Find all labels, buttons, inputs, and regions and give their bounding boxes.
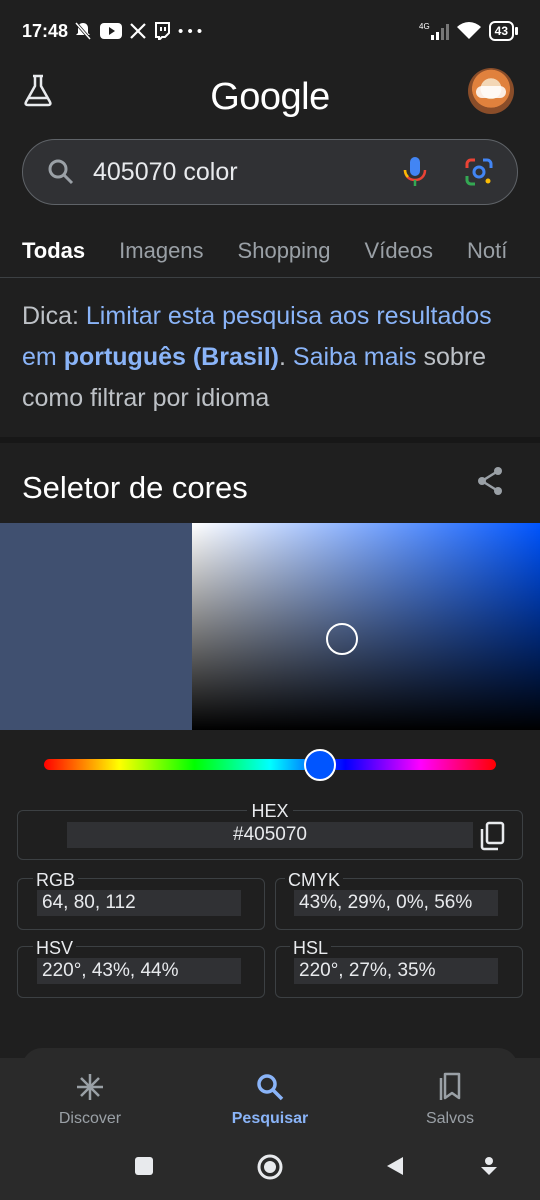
wifi-icon <box>456 22 481 39</box>
mic-icon[interactable] <box>401 155 429 189</box>
tab-imagens[interactable]: Imagens <box>119 230 203 277</box>
saturation-value-cursor[interactable] <box>325 622 358 655</box>
search-box[interactable]: 405070 color <box>22 139 518 205</box>
cmyk-label: CMYK <box>285 870 344 891</box>
tab-todas[interactable]: Todas <box>22 230 85 277</box>
rgb-label: RGB <box>33 870 79 891</box>
hsv-input[interactable]: 220°, 43%, 44% <box>37 958 241 984</box>
system-nav <box>0 1140 540 1200</box>
hsl-label: HSL <box>290 938 332 959</box>
tip-separator: . <box>278 343 293 371</box>
nav-search-label: Pesquisar <box>231 1110 309 1127</box>
app-header: Google <box>0 62 540 132</box>
learn-more-link[interactable]: Saiba mais <box>293 343 417 371</box>
tip-prefix: Dica: <box>22 302 86 330</box>
nav-search[interactable]: Pesquisar <box>180 1058 360 1140</box>
battery-level: 43 <box>488 21 514 41</box>
hex-input[interactable]: #405070 <box>67 822 473 848</box>
home-circle-icon[interactable] <box>256 1153 284 1181</box>
x-icon <box>130 23 146 39</box>
language-name: português (Brasil) <box>63 343 279 371</box>
search-icon <box>257 1074 284 1101</box>
hsl-input[interactable]: 220°, 27%, 35% <box>294 958 498 984</box>
status-bar: 17:48 • • • 4G 43 <box>0 0 540 62</box>
google-logo: Google <box>210 76 330 118</box>
more-dots: • • • <box>178 22 203 40</box>
tab-shopping[interactable]: Shopping <box>238 230 331 277</box>
back-triangle-icon[interactable] <box>384 1155 406 1177</box>
lens-icon[interactable] <box>463 156 495 188</box>
color-swatch <box>0 523 192 730</box>
rgb-input[interactable]: 64, 80, 112 <box>37 890 241 916</box>
mute-bell-icon <box>74 22 92 40</box>
avatar[interactable] <box>468 68 514 114</box>
status-time: 17:48 <box>22 20 69 41</box>
share-icon[interactable] <box>476 466 504 496</box>
assistant-icon[interactable] <box>478 1155 500 1177</box>
hue-slider-thumb[interactable] <box>303 749 336 781</box>
color-picker-title: Seletor de cores <box>22 470 248 505</box>
tab-videos[interactable]: Vídeos <box>365 230 434 277</box>
twitch-icon <box>155 22 171 40</box>
section-divider <box>0 437 540 443</box>
hue-slider[interactable] <box>44 759 496 770</box>
battery-tip <box>515 27 518 35</box>
status-right: 4G 43 <box>419 21 518 41</box>
bottom-nav: Discover Pesquisar Salvos <box>0 1058 540 1140</box>
saturation-value-area[interactable] <box>192 523 540 730</box>
square-icon[interactable] <box>133 1155 155 1177</box>
cmyk-input[interactable]: 43%, 29%, 0%, 56% <box>294 890 498 916</box>
nav-discover[interactable]: Discover <box>0 1058 180 1140</box>
tab-noticias[interactable]: Notí <box>467 230 507 277</box>
nav-saved[interactable]: Salvos <box>360 1058 540 1140</box>
asterisk-icon <box>77 1074 103 1100</box>
search-input[interactable]: 405070 color <box>93 158 401 187</box>
search-tabs: Todas Imagens Shopping Vídeos Notí <box>0 230 540 278</box>
svg-text:4G: 4G <box>419 22 430 31</box>
notification-icons: • • • <box>74 21 202 41</box>
4g-signal-icon: 4G <box>419 22 449 40</box>
copy-icon[interactable] <box>479 821 505 851</box>
youtube-icon <box>100 23 123 39</box>
hex-label-wrap: HEX <box>0 801 540 822</box>
hsv-label: HSV <box>33 938 77 959</box>
search-icon <box>48 159 74 185</box>
language-tip: Dica: Limitar esta pesquisa aos resultad… <box>22 296 518 419</box>
hex-label: HEX <box>247 801 293 821</box>
nav-discover-label: Discover <box>58 1110 122 1127</box>
nav-saved-label: Salvos <box>425 1110 475 1127</box>
saved-icon <box>439 1072 461 1100</box>
